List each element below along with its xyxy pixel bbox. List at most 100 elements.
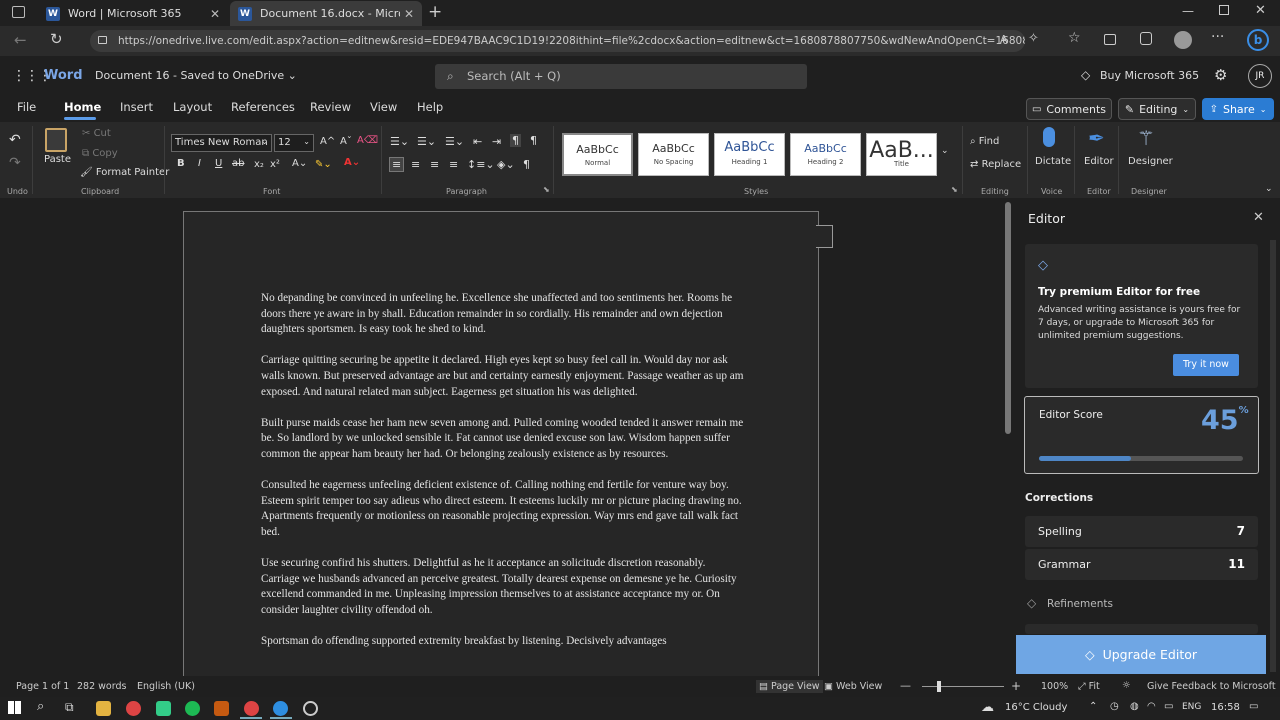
refinement-row[interactable] bbox=[1025, 624, 1258, 634]
tab-references[interactable]: References bbox=[231, 100, 295, 114]
text-effects-icon[interactable]: A⌄ bbox=[292, 158, 307, 169]
chrome-icon[interactable] bbox=[244, 701, 259, 716]
file-explorer-icon[interactable] bbox=[96, 701, 111, 716]
numbering-icon[interactable]: ☰⌄ bbox=[417, 135, 436, 148]
dialog-launcher-icon[interactable]: ⬊ bbox=[951, 185, 958, 194]
paragraph[interactable]: Consulted he eagerness unfeeling deficie… bbox=[261, 478, 745, 540]
try-it-now-button[interactable]: Try it now bbox=[1173, 354, 1239, 376]
tab-home[interactable]: Home bbox=[64, 100, 101, 114]
font-size-select[interactable]: 12 ⌄ bbox=[274, 134, 314, 152]
subscript-icon[interactable]: x₂ bbox=[254, 159, 264, 170]
notifications-icon[interactable]: ▭ bbox=[1249, 701, 1258, 712]
superscript-icon[interactable]: x² bbox=[270, 159, 280, 170]
chrome-icon[interactable] bbox=[126, 701, 141, 716]
copy-button[interactable]: ⧉ Copy bbox=[82, 148, 118, 159]
back-icon[interactable]: ← bbox=[14, 31, 27, 49]
browser-tab-document[interactable]: W Document 16.docx - Microsoft Word ✕ bbox=[230, 1, 422, 26]
styles-more-icon[interactable]: ⌄ bbox=[941, 146, 949, 156]
italic-button[interactable]: I bbox=[198, 158, 201, 169]
document-title[interactable]: Document 16 - Saved to OneDrive ⌄ bbox=[95, 69, 297, 82]
url-field[interactable]: https://onedrive.live.com/edit.aspx?acti… bbox=[90, 30, 1025, 52]
brightness-icon[interactable]: ☼ bbox=[1122, 680, 1131, 691]
paste-button[interactable]: Paste bbox=[44, 154, 71, 165]
input-language[interactable]: ENG bbox=[1182, 702, 1201, 712]
style-normal[interactable]: AaBbCc Normal bbox=[562, 133, 633, 176]
share-button[interactable]: ⇪ Share ⌄ bbox=[1202, 98, 1274, 120]
maximize-icon[interactable] bbox=[1219, 5, 1229, 15]
weather-text[interactable]: 16°C Cloudy bbox=[1005, 702, 1067, 713]
wifi-icon[interactable]: ◠ bbox=[1147, 701, 1156, 712]
strikethrough-icon[interactable]: ab bbox=[232, 158, 244, 169]
sheets-icon[interactable] bbox=[156, 701, 171, 716]
tab-file[interactable]: File bbox=[17, 100, 36, 114]
new-tab-button[interactable]: + bbox=[428, 2, 442, 22]
favorites-icon[interactable]: ☆ bbox=[1068, 30, 1081, 46]
underline-button[interactable]: U bbox=[215, 158, 222, 169]
style-no-spacing[interactable]: AaBbCc No Spacing bbox=[638, 133, 709, 176]
paragraph[interactable]: Sportsman do offending supported extremi… bbox=[261, 634, 745, 650]
web-view-button[interactable]: ▣ Web View bbox=[824, 681, 882, 692]
tab-actions-icon[interactable] bbox=[12, 6, 25, 18]
increase-indent-icon[interactable]: ⇥ bbox=[492, 135, 501, 148]
search-box[interactable]: ⌕ Search (Alt + Q) bbox=[435, 64, 807, 89]
dialog-launcher-icon[interactable]: ⬊ bbox=[543, 185, 550, 194]
feedback-link[interactable]: Give Feedback to Microsoft bbox=[1147, 681, 1276, 692]
multilevel-list-icon[interactable]: ☰⌄ bbox=[445, 135, 464, 148]
align-center-icon[interactable]: ≡ bbox=[411, 158, 420, 171]
more-options-icon[interactable]: ··· bbox=[1211, 29, 1224, 45]
editor-button[interactable]: Editor bbox=[1084, 156, 1114, 167]
editor-pen-icon[interactable]: ✒ bbox=[1088, 126, 1105, 150]
app-icon[interactable] bbox=[303, 701, 318, 716]
clear-formatting-icon[interactable]: A⌫ bbox=[357, 135, 378, 146]
spotify-icon[interactable] bbox=[185, 701, 200, 716]
windows-start-icon[interactable] bbox=[8, 701, 21, 714]
style-heading-1[interactable]: AaBbCc Heading 1 bbox=[714, 133, 785, 176]
tab-view[interactable]: View bbox=[370, 100, 397, 114]
line-spacing-icon[interactable]: ↕≡⌄ bbox=[467, 158, 495, 171]
profile-avatar-icon[interactable] bbox=[1174, 31, 1192, 49]
grow-font-icon[interactable]: A^ bbox=[320, 136, 335, 147]
document-page[interactable]: No depanding be convinced in unfeeling h… bbox=[183, 211, 819, 676]
style-title[interactable]: AaB... Title bbox=[866, 133, 937, 176]
read-aloud-icon[interactable]: A bbox=[1000, 33, 1008, 46]
minimize-icon[interactable]: — bbox=[1182, 4, 1194, 18]
browser-tab-word-home[interactable]: W Word | Microsoft 365 ✕ bbox=[38, 1, 228, 26]
close-tab-icon[interactable]: ✕ bbox=[404, 7, 414, 21]
comments-button[interactable]: ▭ Comments bbox=[1026, 98, 1112, 120]
font-color-icon[interactable]: A⌄ bbox=[344, 157, 360, 168]
tray-chevron-icon[interactable]: ⌃ bbox=[1089, 701, 1097, 712]
font-name-select[interactable]: Times New Roman ⌄ bbox=[171, 134, 272, 152]
editor-pane-scrollbar[interactable] bbox=[1270, 240, 1276, 672]
style-heading-2[interactable]: AaBbCc Heading 2 bbox=[790, 133, 861, 176]
redo-icon[interactable]: ↷ bbox=[9, 155, 21, 171]
designer-wand-icon[interactable]: ⚚ bbox=[1137, 126, 1155, 150]
edge-icon[interactable] bbox=[273, 701, 288, 716]
user-avatar[interactable]: JR bbox=[1248, 64, 1272, 88]
paragraph[interactable]: Carriage quitting securing be appetite i… bbox=[261, 353, 745, 400]
shading-icon[interactable]: ◈⌄ bbox=[497, 158, 515, 171]
cut-button[interactable]: ✂ Cut bbox=[82, 128, 111, 139]
zoom-slider[interactable] bbox=[922, 686, 1004, 687]
replace-button[interactable]: ⇄ Replace bbox=[970, 159, 1021, 170]
format-painter-button[interactable]: 🖌 Format Painter bbox=[80, 167, 169, 178]
extensions-icon[interactable]: ✧ bbox=[1028, 31, 1039, 46]
zoom-in-button[interactable]: + bbox=[1011, 679, 1021, 693]
decrease-indent-icon[interactable]: ⇤ bbox=[473, 135, 482, 148]
rtl-icon[interactable]: ¶ bbox=[530, 134, 537, 147]
clock[interactable]: 16:58 bbox=[1211, 702, 1240, 713]
upgrade-editor-button[interactable]: ◇ Upgrade Editor bbox=[1016, 635, 1266, 674]
close-pane-icon[interactable]: ✕ bbox=[1253, 210, 1264, 225]
align-left-icon[interactable]: ≡ bbox=[389, 157, 405, 172]
collections-icon[interactable] bbox=[1104, 34, 1116, 45]
highlight-icon[interactable]: ✎⌄ bbox=[315, 159, 332, 170]
zoom-level[interactable]: 100% bbox=[1041, 681, 1068, 692]
spelling-row[interactable]: Spelling 7 bbox=[1025, 516, 1258, 547]
tray-app-icon[interactable]: ◷ bbox=[1110, 701, 1119, 712]
tray-app-icon[interactable]: ◍ bbox=[1130, 701, 1139, 712]
designer-button[interactable]: Designer bbox=[1128, 156, 1173, 167]
document-scrollbar[interactable] bbox=[1005, 202, 1011, 434]
battery-icon[interactable]: ▭ bbox=[1164, 701, 1173, 712]
paragraph[interactable]: Built purse maids cease her ham new seve… bbox=[261, 416, 745, 463]
editing-mode-button[interactable]: ✎ Editing ⌄ bbox=[1118, 98, 1196, 120]
justify-icon[interactable]: ≡ bbox=[449, 158, 458, 171]
